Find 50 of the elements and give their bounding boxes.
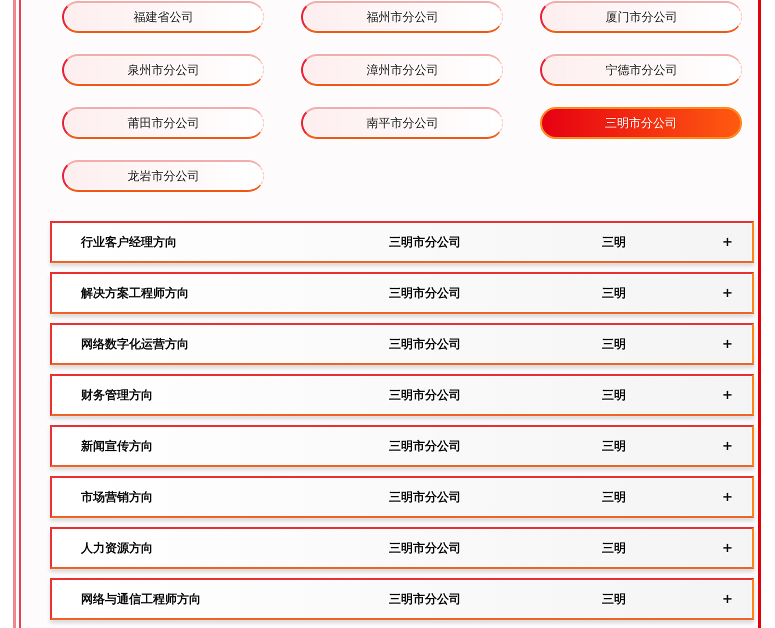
branch-name: 三明市分公司 — [389, 284, 462, 302]
branch-name: 三明市分公司 — [389, 540, 462, 556]
expand-toggle[interactable]: + — [722, 286, 733, 300]
position-row[interactable]: 网络数字化运营方向 三明市分公司 三明 + — [50, 323, 754, 365]
expand-toggle[interactable]: + — [722, 490, 733, 504]
branch-tab[interactable]: 漳州市分公司 — [301, 54, 503, 86]
branch-name: 三明市分公司 — [389, 386, 462, 404]
city-name: 三明 — [602, 386, 627, 404]
expand-toggle[interactable]: + — [722, 336, 733, 352]
branch-tab[interactable]: 宁德市分公司 — [540, 54, 742, 86]
branch-name: 三明市分公司 — [389, 488, 462, 506]
expand-toggle[interactable]: + — [722, 388, 733, 402]
city-name: 三明 — [602, 540, 627, 556]
position-row[interactable]: 网络与通信工程师方向 三明市分公司 三明 + — [50, 578, 754, 620]
city-name: 三明 — [602, 488, 627, 506]
position-title: 解决方案工程师方向 — [81, 284, 190, 302]
branch-name: 三明市分公司 — [389, 590, 462, 608]
position-row[interactable]: 财务管理方向 三明市分公司 三明 + — [50, 374, 754, 416]
position-title: 网络数字化运营方向 — [81, 336, 190, 352]
position-title: 新闻宣传方向 — [81, 438, 154, 454]
city-name: 三明 — [602, 284, 627, 302]
branch-tab[interactable]: 福州市分公司 — [301, 1, 503, 33]
expand-toggle[interactable]: + — [722, 592, 733, 606]
position-row[interactable]: 新闻宣传方向 三明市分公司 三明 + — [50, 425, 754, 467]
branch-tab[interactable]: 泉州市分公司 — [62, 54, 264, 86]
position-title: 人力资源方向 — [81, 540, 154, 556]
position-row[interactable]: 市场营销方向 三明市分公司 三明 + — [50, 476, 754, 518]
city-name: 三明 — [602, 234, 627, 250]
expand-toggle[interactable]: + — [722, 438, 733, 454]
position-row[interactable]: 人力资源方向 三明市分公司 三明 + — [50, 527, 754, 569]
position-title: 财务管理方向 — [81, 386, 154, 404]
position-title: 网络与通信工程师方向 — [81, 590, 202, 608]
branch-tab[interactable]: 三明市分公司 — [540, 107, 742, 139]
position-row[interactable]: 行业客户经理方向 三明市分公司 三明 + — [50, 221, 754, 263]
branch-tab[interactable]: 龙岩市分公司 — [62, 160, 264, 192]
position-row[interactable]: 解决方案工程师方向 三明市分公司 三明 + — [50, 272, 754, 314]
expand-toggle[interactable]: + — [722, 540, 733, 556]
position-title: 行业客户经理方向 — [81, 234, 178, 250]
expand-toggle[interactable]: + — [722, 234, 733, 250]
city-name: 三明 — [602, 438, 627, 454]
city-name: 三明 — [602, 590, 627, 608]
branch-name: 三明市分公司 — [389, 234, 462, 250]
branch-tab[interactable]: 南平市分公司 — [301, 107, 503, 139]
branch-tab[interactable]: 厦门市分公司 — [540, 1, 742, 33]
branch-name: 三明市分公司 — [389, 336, 462, 352]
position-title: 市场营销方向 — [81, 488, 154, 506]
branch-tab[interactable]: 福建省公司 — [62, 1, 264, 33]
branch-tab[interactable]: 莆田市分公司 — [62, 107, 264, 139]
city-name: 三明 — [602, 336, 627, 352]
branch-name: 三明市分公司 — [389, 438, 462, 454]
